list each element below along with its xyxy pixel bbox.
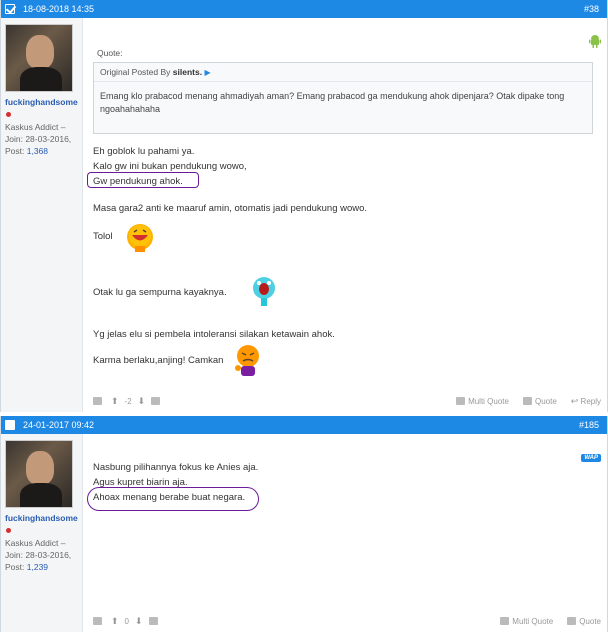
post-footer: ⬆ 0 ⬇ Multi Quote Quote [83, 610, 607, 632]
thumbs-up-icon[interactable]: ⬆ [111, 616, 119, 627]
user-join: Join: 28-03-2016, [5, 134, 72, 144]
quote-text: Emang klo prabacod menang ahmadiyah aman… [100, 91, 565, 114]
share-icon[interactable] [151, 397, 161, 405]
user-posts: Post: 1,239 [5, 561, 82, 573]
multi-quote-button[interactable]: Multi Quote [500, 617, 553, 626]
post-options-icon[interactable] [93, 617, 102, 625]
thumbs-down-icon[interactable]: ⬇ [138, 396, 146, 407]
post-38: 18-08-2018 14:35 #38 fuckinghandsome Kas… [0, 0, 608, 412]
post-number[interactable]: #38 [584, 4, 599, 14]
wap-icon: WAP [581, 454, 601, 462]
post-number[interactable]: #185 [579, 420, 599, 430]
highlight-circle [87, 172, 199, 188]
android-icon [589, 35, 601, 48]
quote-box: Original Posted By silents. ▶ Emang klo … [93, 62, 593, 134]
quote-attribution: Original Posted By silents. ▶ [94, 63, 592, 82]
username[interactable]: fuckinghandsome [5, 97, 82, 107]
multi-quote-icon [456, 397, 466, 406]
post-line: Karma berlaku,anjing! Camkan [93, 355, 224, 366]
post-line: Tolol [93, 231, 113, 242]
post-line: Masa gara2 anti ke maaruf amin, otomatis… [93, 203, 368, 214]
post-line: Yg jelas elu si pembela intoleransi sila… [93, 329, 335, 340]
laughing-emoji [127, 224, 153, 252]
share-icon[interactable] [148, 617, 158, 625]
post-line: Otak lu ga sempurna kayaknya. [93, 287, 227, 298]
post-date: 24-01-2017 09:42 [23, 420, 95, 430]
user-rank: Kaskus Addict – [5, 122, 66, 132]
post-footer: ⬆ -2 ⬇ Multi Quote Quote ↩ Reply [83, 390, 607, 412]
view-post-arrow-icon[interactable]: ▶ [204, 68, 210, 77]
user-sidebar: fuckinghandsome Kaskus Addict – Join: 28… [1, 18, 83, 412]
posts-label: Post: [5, 146, 25, 156]
user-sidebar: fuckinghandsome Kaskus Addict – Join: 28… [1, 434, 83, 632]
highlight-circle [87, 487, 259, 511]
username[interactable]: fuckinghandsome [5, 513, 82, 523]
post-line: Eh goblok lu pahami ya. [93, 146, 195, 157]
status-dot [6, 112, 11, 117]
reply-icon: ↩ [570, 395, 579, 406]
post-header: 24-01-2017 09:42 #185 [1, 416, 607, 434]
screaming-emoji [251, 276, 277, 306]
post-content: WAP Nasbung pilihannya fokus ke Anies aj… [83, 434, 607, 632]
avatar[interactable] [5, 24, 73, 92]
post-line: Nasbung pilihannya fokus ke Anies aja. [93, 462, 259, 473]
user-posts: Post: 1,368 [5, 145, 82, 157]
checkbox-icon[interactable] [5, 4, 15, 14]
quote-by-prefix: Original Posted By [100, 67, 171, 77]
post-options-icon[interactable] [93, 397, 102, 405]
posts-label: Post: [5, 562, 25, 572]
angry-emoji [233, 344, 259, 376]
quote-author[interactable]: silents. [173, 67, 202, 77]
post-date: 18-08-2018 14:35 [23, 4, 95, 14]
user-rank: Kaskus Addict – [5, 538, 66, 548]
user-join: Join: 28-03-2016, [5, 550, 72, 560]
quote-label: Quote: [97, 48, 123, 58]
thumbs-down-icon[interactable]: ⬇ [135, 616, 143, 627]
avatar[interactable] [5, 440, 73, 508]
status-dot [6, 528, 11, 533]
quote-icon [567, 617, 577, 626]
vote-count: -2 [124, 396, 132, 406]
posts-count[interactable]: 1,239 [27, 562, 48, 572]
reply-button[interactable]: ↩ Reply [571, 396, 601, 407]
post-line: Kalo gw ini bukan pendukung wowo, [93, 161, 247, 172]
quote-icon [522, 397, 532, 406]
post-header: 18-08-2018 14:35 #38 [1, 0, 607, 18]
post-185: 24-01-2017 09:42 #185 fuckinghandsome Ka… [0, 416, 608, 632]
post-content: Quote: Original Posted By silents. ▶ Ema… [83, 18, 607, 412]
posts-count[interactable]: 1,368 [27, 146, 48, 156]
vote-count: 0 [124, 616, 129, 626]
quote-button[interactable]: Quote [567, 617, 601, 626]
multi-quote-button[interactable]: Multi Quote [456, 397, 509, 406]
thumbs-up-icon[interactable]: ⬆ [111, 396, 119, 407]
checkbox-icon[interactable] [5, 420, 15, 430]
multi-quote-icon [500, 617, 510, 626]
quote-button[interactable]: Quote [522, 397, 557, 406]
